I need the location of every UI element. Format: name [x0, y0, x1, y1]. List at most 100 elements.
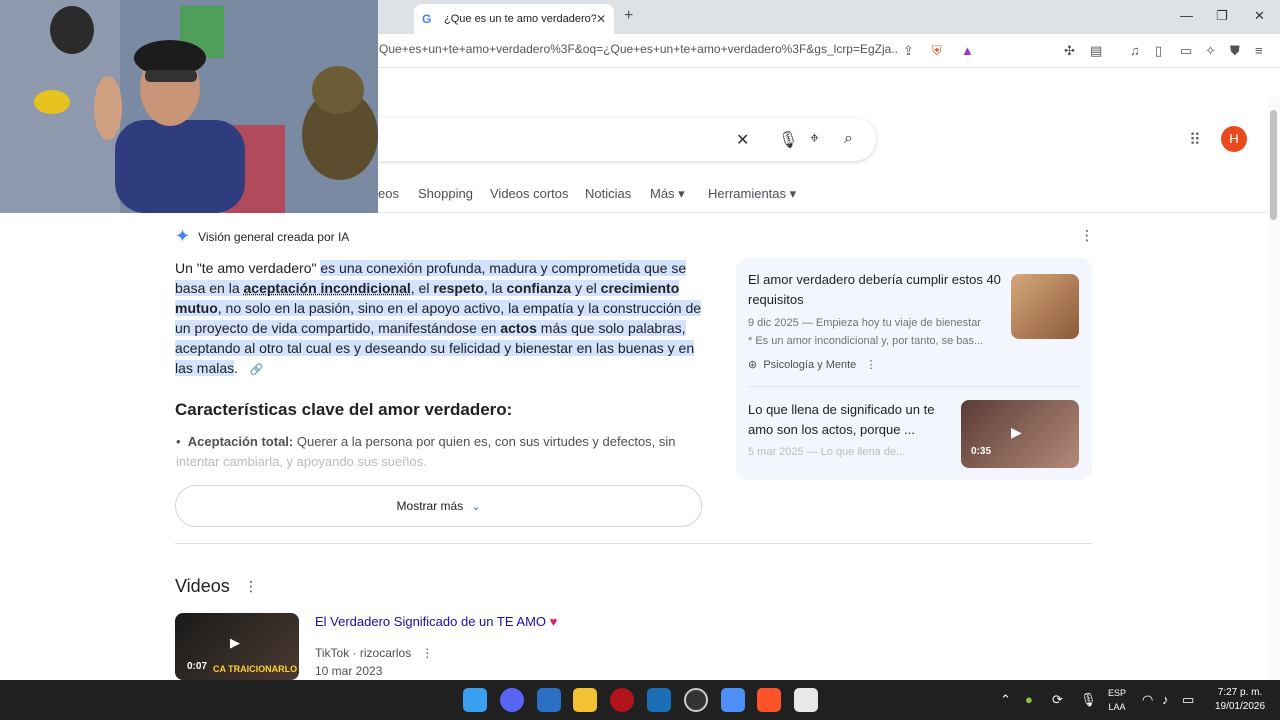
section-divider — [175, 543, 1092, 544]
video-title-link[interactable]: El Verdadero Significado de un TE AMO ♥ — [315, 614, 557, 629]
play-icon: ▶ — [230, 635, 240, 650]
app-red-icon[interactable] — [610, 688, 634, 712]
source-link-icon[interactable]: 🔗 — [250, 364, 264, 376]
extensions-icon[interactable]: ✣ — [1064, 43, 1075, 59]
lens-search-icon[interactable]: ⌖ — [810, 130, 819, 148]
source-card-date: 5 mar 2025 — Lo que llena de... — [748, 446, 906, 458]
brave-browser-icon[interactable] — [757, 688, 781, 712]
tab-mas[interactable]: Más ▾ — [650, 186, 685, 202]
video-more-icon[interactable]: ⋮ — [421, 646, 433, 660]
tab-videos[interactable]: eos — [378, 186, 399, 201]
ai-term-respeto: respeto — [433, 280, 484, 296]
tray-overflow-icon[interactable]: ⌃ — [1000, 692, 1011, 708]
video-thumbnail[interactable]: ▶ 0:35 — [961, 400, 1079, 468]
app-blue-icon[interactable] — [721, 688, 745, 712]
roblox-icon[interactable] — [794, 688, 818, 712]
chevron-down-icon: ⌄ — [471, 500, 481, 513]
scrollbar-thumb[interactable] — [1270, 110, 1277, 220]
tab-shopping[interactable]: Shopping — [418, 186, 473, 201]
voice-search-icon[interactable]: 🎙 — [778, 130, 798, 150]
video-title: El Verdadero Significado de un TE AMO — [315, 614, 547, 629]
video-source-text: TikTok · rizocarlos — [315, 646, 412, 660]
card-more-icon[interactable]: ⋮ — [865, 359, 876, 371]
input-language[interactable]: ESP LAA — [1104, 686, 1130, 714]
brave-shield-icon[interactable]: ⛨ — [932, 43, 942, 59]
tray-mic-icon[interactable]: 🎙 — [1080, 692, 1097, 708]
file-explorer-icon[interactable] — [573, 688, 597, 712]
source-card-snippet: * Es un amor incondicional y, por tanto,… — [748, 335, 984, 347]
disney-plus-icon[interactable] — [647, 688, 671, 712]
avatar[interactable]: H — [1221, 126, 1247, 152]
wallet-icon[interactable]: ▭ — [1180, 43, 1192, 59]
system-clock[interactable]: 7:27 p. m. 19/01/2026 — [1208, 686, 1272, 714]
source-card-thumbnail[interactable] — [1011, 274, 1079, 339]
discord-icon[interactable] — [500, 688, 524, 712]
videos-heading: Videos — [175, 576, 230, 596]
show-more-label: Mostrar más — [396, 499, 464, 513]
new-tab-button[interactable]: + — [624, 7, 633, 25]
chatgpt-icon[interactable] — [684, 688, 708, 712]
battery-icon[interactable]: ▭ — [1182, 692, 1194, 708]
tab-herramientas[interactable]: Herramientas ▾ — [708, 186, 796, 202]
browser-tab-active[interactable]: G ¿Que es un te amo verdadero? ✕ — [414, 4, 614, 34]
source-card-title[interactable]: Lo que llena de significado un te amo so… — [748, 400, 953, 440]
source-card-publisher[interactable]: ⊛ Psicología y Mente ⋮ — [748, 356, 1003, 374]
media-icon[interactable]: ♫ — [1130, 43, 1140, 58]
brave-rewards-icon[interactable]: ▲ — [961, 43, 974, 58]
ai-text-part: , la — [483, 280, 507, 296]
webcam-overlay — [0, 0, 378, 213]
wifi-icon[interactable]: ◠ — [1142, 692, 1153, 708]
ai-overview-paragraph: Un "te amo verdadero" es una conexión pr… — [175, 258, 705, 380]
store-icon[interactable] — [537, 688, 561, 712]
volume-icon[interactable]: ♪ — [1162, 692, 1169, 707]
share-icon[interactable]: ⇪ — [903, 43, 914, 59]
videos-more-icon[interactable]: ⋮ — [244, 578, 258, 595]
publisher-name: Psicología y Mente — [763, 359, 857, 371]
ai-text-part: y el — [571, 280, 601, 296]
tab-noticias[interactable]: Noticias — [585, 186, 631, 201]
ai-text-part: , el — [410, 280, 434, 296]
clock-date: 19/01/2026 — [1214, 701, 1266, 712]
ai-term-aceptacion[interactable]: aceptación incondicional — [244, 280, 411, 296]
search-input[interactable]: ✕ 🎙 ⌖ ⌕ — [378, 118, 876, 161]
tab-title: ¿Que es un te amo verdadero? — [444, 13, 596, 25]
tray-sync-icon[interactable]: ⟳ — [1052, 692, 1063, 708]
window-close-icon[interactable]: ✕ — [1254, 8, 1265, 24]
lang-code: ESP — [1107, 688, 1126, 698]
video-duration: 0:07 — [187, 661, 208, 672]
show-more-button[interactable]: Mostrar más ⌄ — [175, 485, 702, 527]
source-card-title[interactable]: El amor verdadero debería cumplir estos … — [748, 270, 1003, 310]
tab-videos-cortos[interactable]: Videos cortos — [490, 186, 569, 201]
publisher-logo-icon: ⊛ — [748, 359, 758, 371]
ai-more-options-icon[interactable]: ⋮ — [1080, 227, 1094, 244]
webcam-feed — [0, 0, 378, 213]
ai-text-highlight: es una conexión profunda, madura y compr… — [175, 260, 702, 376]
ai-section-heading: Características clave del amor verdadero… — [175, 400, 513, 419]
vpn-icon[interactable]: ⛊ — [1230, 43, 1240, 59]
ai-overview-label: Visión general creada por IA — [198, 229, 350, 244]
bullet-text-faded: intentar cambiarla, y apoyando sus sueño… — [176, 454, 427, 469]
sidebar-icon[interactable]: ▯ — [1155, 43, 1162, 59]
tab-close-icon[interactable]: ✕ — [596, 12, 606, 26]
ai-text-end: . — [234, 360, 239, 376]
ai-bullet-item: • Aceptación total: Querer a la persona … — [176, 434, 676, 469]
clear-search-icon[interactable]: ✕ — [736, 130, 749, 150]
google-apps-icon[interactable]: ⠿ — [1189, 130, 1201, 150]
bullet-title: Aceptación total: — [187, 434, 294, 449]
minimize-icon[interactable]: — — [1180, 8, 1193, 23]
leo-ai-icon[interactable]: ✧ — [1205, 43, 1216, 59]
search-icon[interactable]: ⌕ — [844, 130, 853, 148]
lang-layout: LAA — [1108, 702, 1126, 712]
video-duration: 0:35 — [971, 446, 992, 457]
tray-app-icon[interactable]: ● — [1025, 692, 1033, 707]
start-icon[interactable] — [463, 688, 487, 712]
video-thumbnail[interactable]: ▶ 0:07 CA TRAICIONARLO — [175, 613, 299, 680]
ai-text-intro: Un "te amo verdadero" — [175, 260, 321, 276]
menu-icon[interactable]: ≡ — [1255, 43, 1263, 58]
url-field[interactable]: Que+es+un+te+amo+verdadero%3F&oq=¿Que+es… — [379, 42, 899, 56]
maximize-icon[interactable]: ❐ — [1216, 8, 1228, 24]
video-source: TikTok · rizocarlos ⋮ — [315, 646, 433, 660]
reader-icon[interactable]: ▤ — [1090, 43, 1102, 59]
video-date: 10 mar 2023 — [315, 664, 383, 678]
ai-term-actos: actos — [500, 320, 537, 336]
